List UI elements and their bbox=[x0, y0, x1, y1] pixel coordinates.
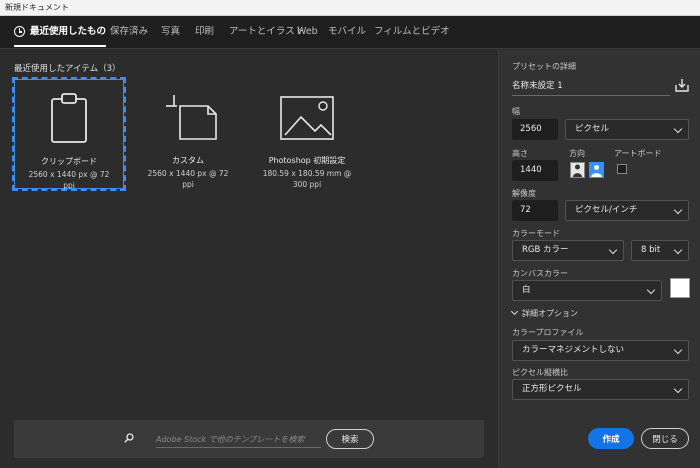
artboard-checkbox[interactable] bbox=[617, 164, 627, 174]
color-mode-dropdown[interactable]: RGB カラー bbox=[512, 240, 624, 261]
height-input[interactable]: 1440 bbox=[512, 160, 558, 181]
create-button[interactable]: 作成 bbox=[588, 428, 634, 449]
preset-dimensions: 180.59 x 180.59 mm @ 300 ppi bbox=[262, 169, 352, 189]
tab-recent[interactable]: 最近使用したもの bbox=[14, 16, 107, 48]
canvas-color-label: カンバスカラー bbox=[512, 269, 568, 278]
stock-search-bar: 検索 bbox=[14, 420, 484, 458]
portrait-person-icon bbox=[573, 164, 582, 177]
height-label: 高さ bbox=[512, 149, 528, 158]
search-icon bbox=[124, 433, 134, 443]
artboard-label: アートボード bbox=[614, 149, 662, 158]
save-preset-icon[interactable] bbox=[675, 78, 689, 92]
bit-depth-dropdown[interactable]: 8 bit bbox=[631, 240, 689, 261]
tab-art-illustration[interactable]: アートとイラスト bbox=[229, 16, 304, 48]
width-input[interactable]: 2560 bbox=[512, 119, 558, 140]
recent-heading: 最近使用したアイテム（3） bbox=[14, 64, 121, 74]
tab-web[interactable]: Web bbox=[297, 16, 318, 48]
clock-icon bbox=[14, 26, 25, 37]
chevron-down-icon bbox=[673, 345, 683, 355]
preset-details-panel: プリセットの詳細 名称未設定 1 幅 2560 ピクセル 高さ 方向 アートボー… bbox=[498, 50, 700, 468]
stock-search-input[interactable] bbox=[156, 431, 321, 448]
resolution-unit-dropdown[interactable]: ピクセル/インチ bbox=[565, 200, 689, 221]
chevron-down-icon bbox=[673, 245, 683, 255]
preset-dimensions: 2560 x 1440 px @ 72 ppi bbox=[28, 170, 110, 190]
category-tabs: 最近使用したもの 保存済み 写真 印刷 アートとイラスト Web モバイル フィ… bbox=[0, 16, 700, 49]
resolution-input[interactable]: 72 bbox=[512, 200, 558, 221]
landscape-person-icon bbox=[591, 165, 602, 177]
preset-clipboard[interactable]: クリップボード 2560 x 1440 px @ 72 ppi bbox=[12, 77, 126, 191]
preset-dimensions: 2560 x 1440 px @ 72 ppi bbox=[147, 169, 229, 189]
portrait-orientation-button[interactable] bbox=[570, 162, 585, 178]
pixel-aspect-dropdown[interactable]: 正方形ピクセル bbox=[512, 379, 689, 400]
preset-name: Photoshop 初期設定 bbox=[268, 156, 346, 165]
tab-saved[interactable]: 保存済み bbox=[110, 16, 148, 48]
preset-custom[interactable]: カスタム 2560 x 1440 px @ 72 ppi bbox=[133, 79, 243, 189]
custom-document-icon bbox=[166, 95, 217, 140]
canvas-color-dropdown[interactable]: 白 bbox=[512, 280, 662, 301]
chevron-down-icon bbox=[673, 205, 683, 215]
chevron-down-icon bbox=[673, 124, 683, 134]
presets-area: 最近使用したアイテム（3） クリップボード 2560 x 1440 px @ 7… bbox=[0, 50, 498, 468]
preset-name: カスタム bbox=[172, 156, 204, 165]
chevron-down-icon bbox=[646, 285, 656, 295]
canvas-color-swatch[interactable] bbox=[670, 278, 690, 298]
chevron-down-icon bbox=[673, 384, 683, 394]
tab-photo[interactable]: 写真 bbox=[161, 16, 180, 48]
search-button[interactable]: 検索 bbox=[326, 429, 374, 449]
close-button[interactable]: 閉じる bbox=[641, 428, 689, 449]
tab-print[interactable]: 印刷 bbox=[195, 16, 214, 48]
color-mode-label: カラーモード bbox=[512, 229, 560, 238]
window-title: 新規ドキュメント bbox=[0, 0, 700, 16]
resolution-label: 解像度 bbox=[512, 189, 536, 198]
orientation-label: 方向 bbox=[569, 149, 585, 158]
tab-mobile[interactable]: モバイル bbox=[328, 16, 366, 48]
image-document-icon bbox=[280, 96, 334, 140]
advanced-options-toggle[interactable]: 詳細オプション bbox=[510, 307, 578, 319]
color-profile-dropdown[interactable]: カラーマネジメントしない bbox=[512, 340, 689, 361]
pixel-aspect-label: ピクセル縦横比 bbox=[512, 368, 568, 377]
chevron-down-icon bbox=[510, 307, 519, 316]
document-name-field[interactable]: 名称未設定 1 bbox=[512, 78, 670, 96]
landscape-orientation-button[interactable] bbox=[589, 162, 604, 178]
tab-film-video[interactable]: フィルムとビデオ bbox=[374, 16, 450, 48]
color-profile-label: カラープロファイル bbox=[512, 328, 584, 337]
preset-name: クリップボード bbox=[41, 157, 97, 166]
chevron-down-icon bbox=[608, 245, 618, 255]
clipboard-icon bbox=[51, 93, 87, 143]
unit-dropdown[interactable]: ピクセル bbox=[565, 119, 689, 140]
preset-photoshop-default[interactable]: Photoshop 初期設定 180.59 x 180.59 mm @ 300 … bbox=[252, 79, 362, 189]
preset-details-heading: プリセットの詳細 bbox=[512, 62, 576, 71]
width-label: 幅 bbox=[512, 107, 520, 116]
